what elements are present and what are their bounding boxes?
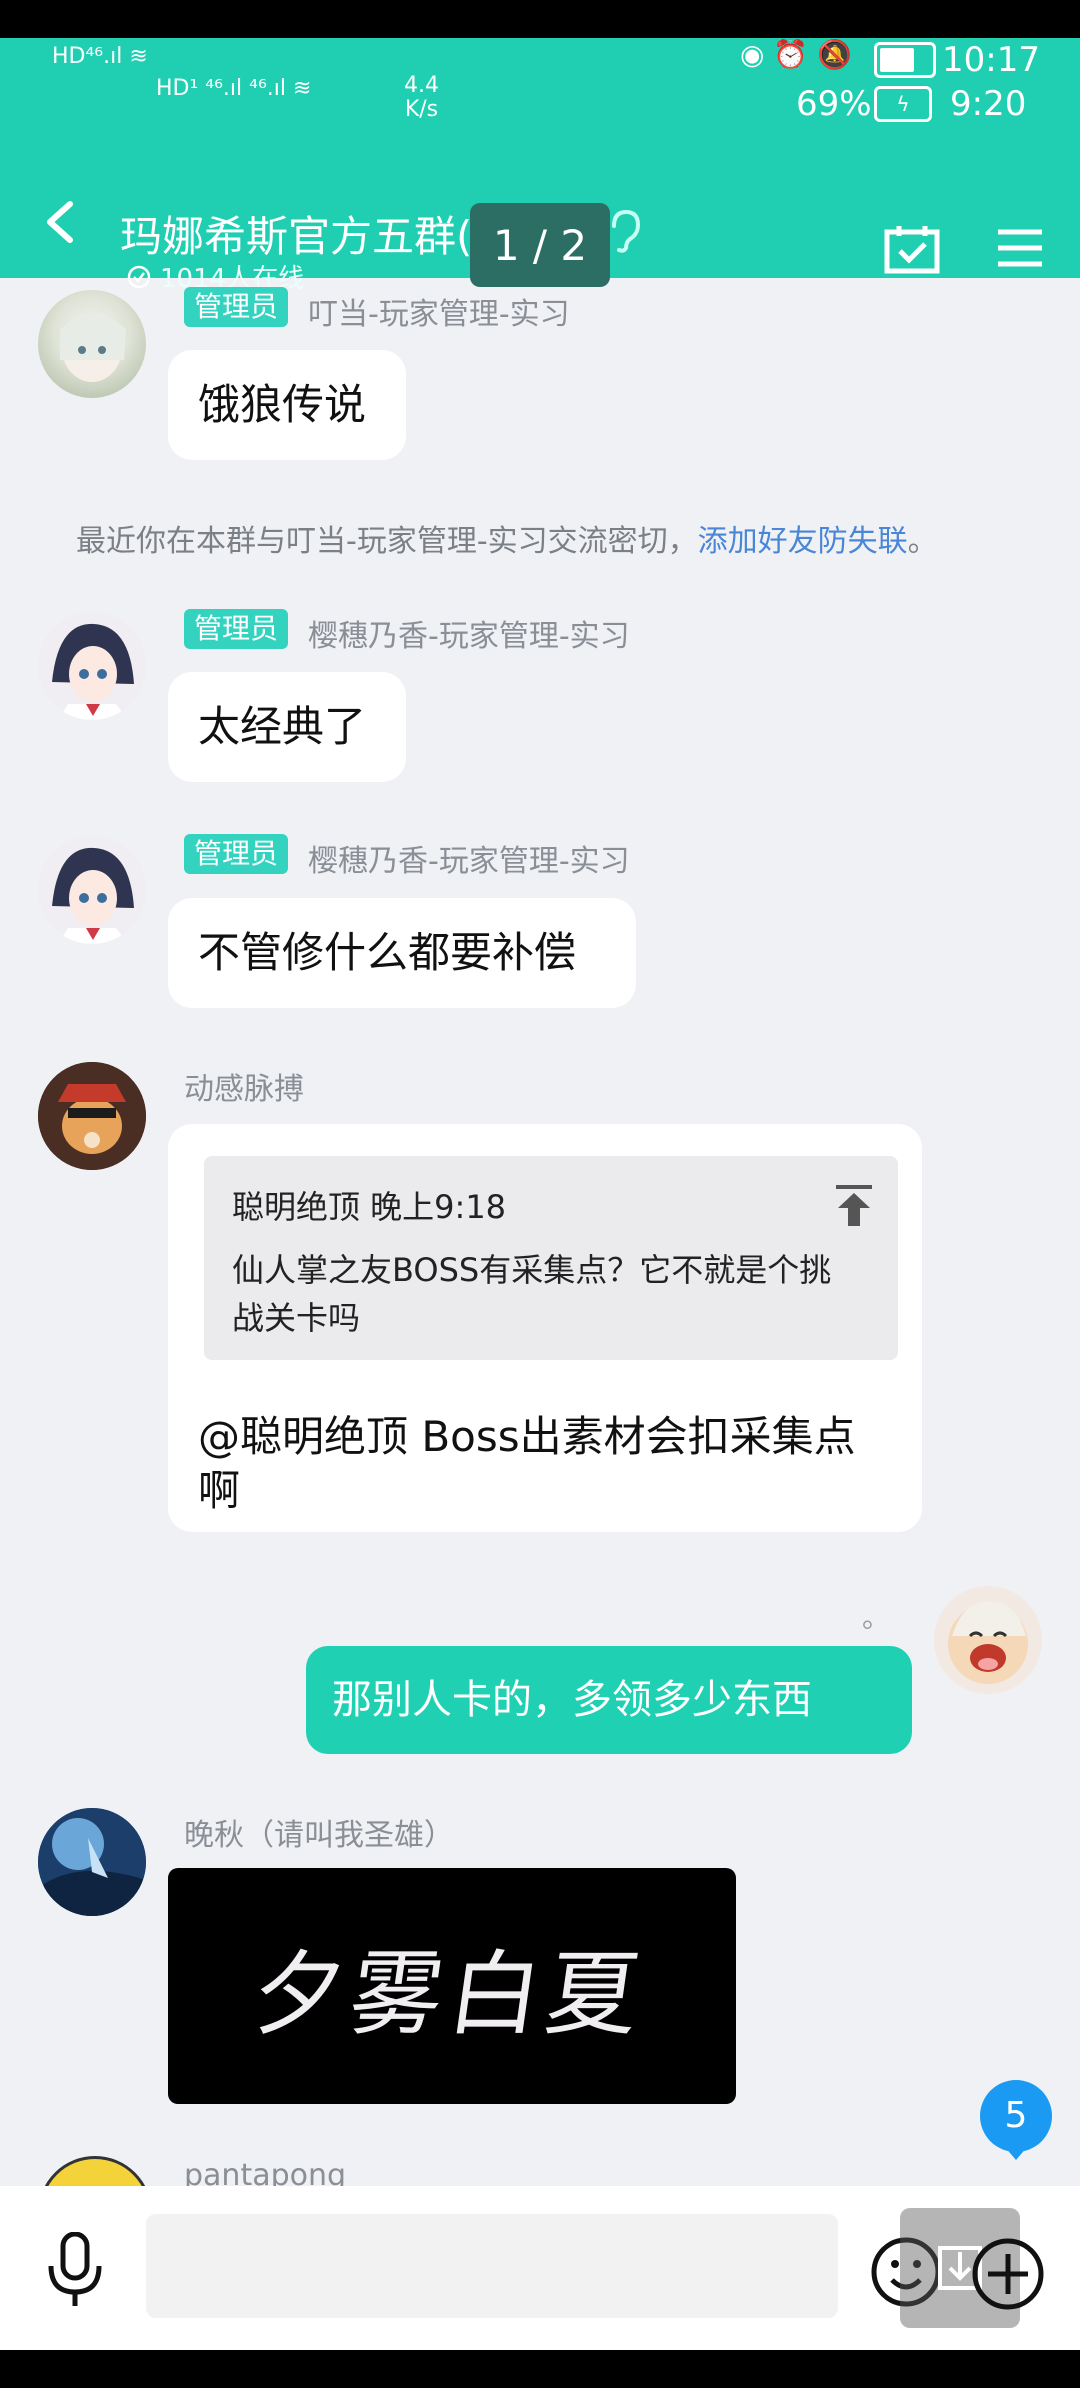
status-right-icons: ◉ ⏰ 🔕 bbox=[740, 38, 852, 71]
net-speed-value: 4.4 bbox=[404, 73, 439, 98]
self-message-text: 那别人卡的，多领多少东西 bbox=[332, 1677, 812, 1723]
bottom-black-bar bbox=[0, 2350, 1080, 2388]
group-name: 玛娜希斯官方五群( bbox=[120, 212, 473, 261]
status-time: 10:17 bbox=[942, 40, 1040, 80]
add-icon[interactable] bbox=[970, 2236, 1046, 2312]
jump-to-original-icon[interactable] bbox=[834, 1184, 874, 1228]
input-bar bbox=[0, 2186, 1080, 2350]
quoted-message[interactable]: 聪明绝顶 晚上9:18 仙人掌之友BOSS有采集点？它不就是个挑战关卡吗 bbox=[204, 1156, 898, 1360]
ear-icon[interactable] bbox=[604, 208, 644, 254]
avatar[interactable] bbox=[38, 1062, 146, 1170]
net-speed-unit: K/s bbox=[404, 97, 439, 122]
sender-name[interactable]: 樱穗乃香-玩家管理-实习 bbox=[308, 836, 630, 880]
chat-screen: HD⁴⁶.ıl ≋ HD¹ ⁴⁶.ıl ⁴⁶.ıl ≋ 4.4 K/s ◉ ⏰ … bbox=[0, 0, 1080, 2388]
battery2-icon: ϟ bbox=[874, 86, 932, 122]
status-network2-icons: HD¹ ⁴⁶.ıl ⁴⁶.ıl ≋ bbox=[156, 76, 312, 101]
add-friend-link[interactable]: 添加好友防失联 bbox=[698, 524, 908, 559]
sender-name[interactable]: 叮当-玩家管理-实习 bbox=[308, 289, 570, 333]
message-bubble[interactable]: 太经典了 bbox=[168, 672, 406, 782]
avatar[interactable] bbox=[38, 1808, 146, 1916]
notice-end: 。 bbox=[907, 524, 938, 559]
message-text: @聪明绝顶 Boss出素材会扣采集点啊 bbox=[198, 1412, 856, 1515]
sender-name[interactable]: 樱穗乃香-玩家管理-实习 bbox=[308, 611, 630, 655]
quote-text: 仙人掌之友BOSS有采集点？它不就是个挑战关卡吗 bbox=[232, 1251, 832, 1337]
image-caption: 夕雾白夏 bbox=[245, 1941, 653, 2048]
microphone-icon[interactable] bbox=[44, 2232, 106, 2308]
net-speed: 4.4 K/s bbox=[404, 74, 439, 122]
admin-badge: 管理员 bbox=[184, 609, 289, 649]
battery-percent: 69% bbox=[796, 84, 872, 124]
online-check-icon bbox=[127, 265, 151, 288]
avatar[interactable] bbox=[934, 1586, 1042, 1694]
notice-text: 最近你在本群与叮当-玩家管理-实习交流密切， bbox=[76, 524, 698, 559]
self-message-bubble[interactable]: 那别人卡的，多领多少东西 bbox=[306, 1646, 912, 1754]
message-bubble[interactable]: 饿狼传说 bbox=[168, 350, 406, 460]
avatar[interactable] bbox=[38, 836, 146, 944]
menu-icon[interactable] bbox=[996, 228, 1044, 268]
avatar[interactable] bbox=[38, 612, 146, 720]
avatar[interactable] bbox=[38, 290, 146, 398]
battery-icon bbox=[874, 42, 936, 78]
chat-header: HD⁴⁶.ıl ≋ HD¹ ⁴⁶.ıl ⁴⁶.ıl ≋ 4.4 K/s ◉ ⏰ … bbox=[0, 38, 1080, 294]
message-bubble[interactable]: 不管修什么都要补偿 bbox=[168, 898, 636, 1008]
unread-badge-tail bbox=[1004, 2146, 1028, 2160]
top-black-bar bbox=[0, 0, 1080, 38]
back-arrow-icon[interactable] bbox=[38, 198, 86, 246]
message-input[interactable] bbox=[146, 2214, 838, 2318]
message-text: 太经典了 bbox=[198, 702, 367, 751]
unread-count-badge[interactable]: 5 bbox=[980, 2080, 1052, 2152]
image-message[interactable]: 夕雾白夏 bbox=[168, 1868, 736, 2104]
admin-badge: 管理员 bbox=[184, 834, 289, 874]
message-text: 不管修什么都要补偿 bbox=[198, 928, 577, 977]
friend-suggestion-notice: 最近你在本群与叮当-玩家管理-实习交流密切，添加好友防失联。 bbox=[76, 516, 938, 560]
status-network-icons: HD⁴⁶.ıl ≋ bbox=[52, 44, 148, 69]
status-time-secondary: 9:20 bbox=[950, 84, 1027, 124]
quote-header: 聪明绝顶 晚上9:18 bbox=[232, 1188, 507, 1226]
self-dot: 。 bbox=[862, 1601, 891, 1634]
calendar-check-icon[interactable] bbox=[884, 224, 940, 274]
sender-name[interactable]: 动感脉搏 bbox=[184, 1064, 304, 1108]
admin-badge: 管理员 bbox=[184, 287, 289, 327]
message-text: 饿狼传说 bbox=[198, 380, 367, 429]
page-indicator: 1 / 2 bbox=[470, 203, 610, 287]
sender-name[interactable]: 晚秋（请叫我圣雄） bbox=[184, 1810, 454, 1854]
